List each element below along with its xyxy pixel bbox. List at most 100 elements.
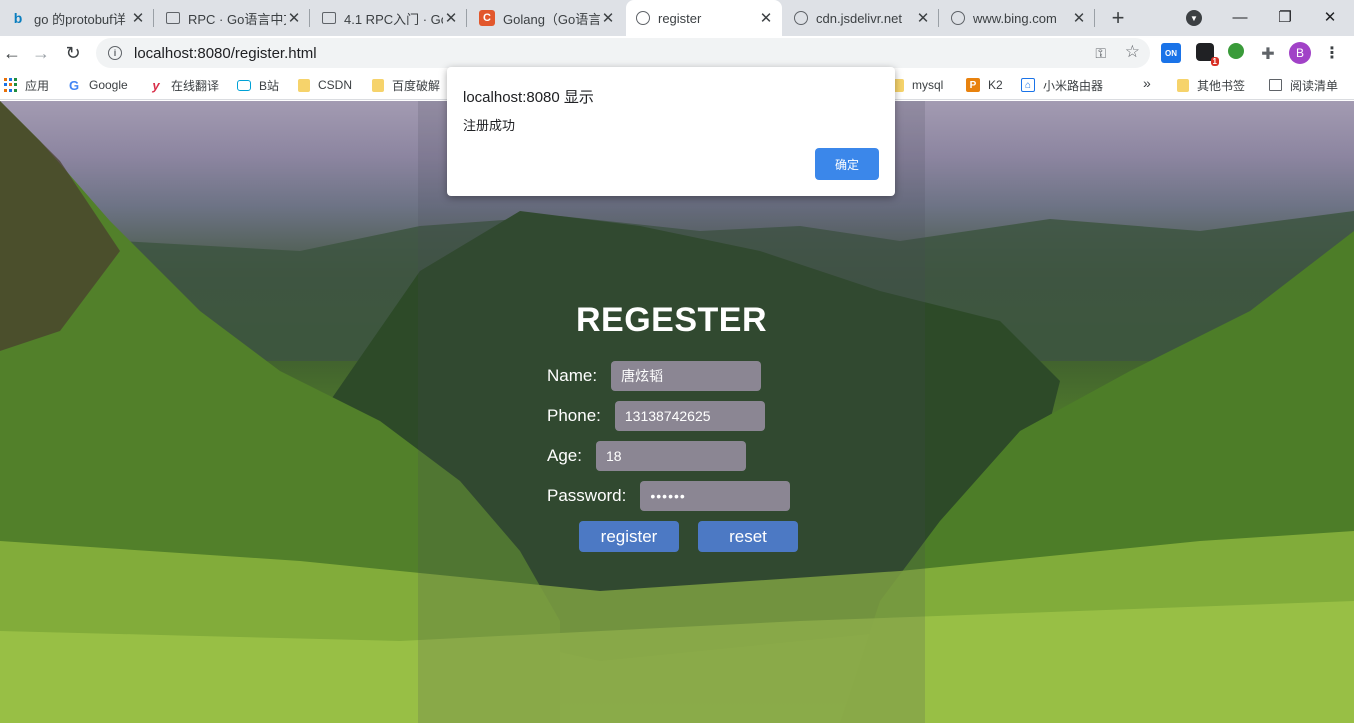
forward-arrow-icon[interactable]: →: [29, 41, 53, 65]
tab-title: www.bing.com: [973, 10, 1057, 26]
address-bar[interactable]: i localhost:8080/register.html ⚿ ☆: [96, 38, 1150, 68]
bookmark-k2[interactable]: P K2: [966, 76, 1003, 94]
menu-dots-icon[interactable]: ⋮: [1324, 42, 1340, 64]
key-icon[interactable]: ⚿: [1095, 45, 1106, 62]
dialog-title: localhost:8080 显示: [463, 89, 594, 106]
tab-separator: [938, 9, 939, 27]
close-icon[interactable]: ✕: [443, 10, 459, 27]
bookmark-label: 百度破解: [392, 78, 441, 93]
bookmark-label: 应用: [25, 78, 50, 93]
minimize-icon[interactable]: —: [1226, 4, 1254, 30]
password-input[interactable]: ••••••: [640, 481, 791, 511]
csdn-icon: C: [479, 10, 495, 26]
bookmark-label: CSDN: [318, 78, 353, 92]
bookmark-label: mysql: [912, 78, 944, 92]
tab-strip: b go 的protobuf详 ✕ RPC · Go语言中文 ✕ 4.1 RPC…: [0, 0, 1354, 36]
close-icon[interactable]: ✕: [600, 10, 616, 27]
globe-extension-icon[interactable]: [1228, 43, 1244, 59]
alert-dialog: localhost:8080 显示 注册成功 确定: [447, 67, 895, 196]
password-row: Password: ••••••: [547, 481, 791, 511]
bookmark-label: K2: [988, 78, 1003, 92]
bookmark-xiaomi-router[interactable]: ⌂ 小米路由器: [1021, 76, 1103, 94]
close-icon[interactable]: ✕: [286, 10, 302, 27]
bookmark-google[interactable]: G Google: [67, 76, 128, 94]
bookmark-mysql[interactable]: mysql: [892, 76, 943, 94]
extension-badge-count: 1: [1210, 57, 1219, 66]
bing-icon: b: [13, 10, 23, 26]
tab-rpc-intro[interactable]: 4.1 RPC入门 · Go ✕: [312, 0, 467, 36]
site-info-icon[interactable]: i: [108, 46, 122, 60]
more-bookmarks-icon[interactable]: »: [1143, 75, 1151, 91]
bookmark-baidu-crack[interactable]: 百度破解: [372, 76, 440, 94]
register-button[interactable]: register: [579, 521, 679, 552]
google-icon: G: [68, 77, 80, 93]
close-icon[interactable]: ✕: [1071, 10, 1087, 27]
reset-button[interactable]: reset: [698, 521, 798, 552]
tab-register[interactable]: register ✕: [626, 0, 782, 36]
youdao-icon: y: [152, 77, 160, 93]
tab-rpc[interactable]: RPC · Go语言中文 ✕: [156, 0, 310, 36]
profile-avatar[interactable]: B: [1289, 42, 1311, 64]
password-label: Password:: [547, 486, 627, 505]
tab-separator: [309, 9, 310, 27]
book-icon: [166, 12, 180, 24]
close-icon[interactable]: ✕: [915, 10, 931, 27]
tab-separator: [153, 9, 154, 27]
bilibili-icon: [237, 79, 251, 91]
url-text[interactable]: localhost:8080/register.html: [134, 45, 317, 62]
folder-icon: [298, 78, 310, 92]
new-tab-icon[interactable]: +: [1106, 5, 1130, 30]
name-input[interactable]: 唐炫韬: [611, 361, 762, 391]
reading-list-icon: [1269, 79, 1282, 91]
window-close-icon[interactable]: ✕: [1316, 4, 1344, 30]
bookmark-star-icon[interactable]: ☆: [1125, 42, 1140, 62]
bookmark-label: 在线翻译: [171, 78, 220, 93]
bookmark-label: 小米路由器: [1043, 78, 1104, 93]
bookmark-translate[interactable]: y 在线翻译: [149, 76, 219, 94]
restore-icon[interactable]: ❐: [1271, 4, 1299, 30]
name-row: Name: 唐炫韬: [547, 361, 762, 391]
globe-icon: [951, 11, 965, 25]
book-icon: [322, 12, 336, 24]
age-input[interactable]: 18: [595, 441, 746, 471]
badge-extension-icon[interactable]: 1: [1196, 43, 1219, 66]
folder-icon: [372, 78, 384, 92]
globe-icon: [636, 11, 650, 25]
folder-icon: [1177, 78, 1189, 92]
back-arrow-icon[interactable]: ←: [0, 41, 24, 65]
router-icon: ⌂: [1021, 78, 1035, 92]
phone-label: Phone:: [547, 406, 601, 425]
tab-title: cdn.jsdelivr.net: [816, 10, 902, 26]
tab-separator: [466, 9, 467, 27]
browser-toolbar: ← → ↻ i localhost:8080/register.html ⚿ ☆…: [0, 36, 1354, 70]
page-title: REGESTER: [575, 301, 768, 339]
extensions-puzzle-icon[interactable]: ✚: [1257, 43, 1279, 65]
bookmark-reading-list[interactable]: 阅读清单: [1269, 76, 1338, 94]
tab-title: 4.1 RPC入门 · Go: [344, 11, 443, 27]
tab-title: go 的protobuf详: [34, 11, 126, 27]
tab-bing[interactable]: www.bing.com ✕: [941, 0, 1095, 36]
tab-search-icon[interactable]: ▼: [1186, 10, 1202, 26]
close-icon[interactable]: ✕: [758, 10, 774, 27]
bookmark-csdn[interactable]: CSDN: [298, 76, 352, 94]
tab-protobuf[interactable]: b go 的protobuf详 ✕: [0, 0, 154, 36]
apps-grid-icon: [3, 78, 17, 92]
bookmark-apps[interactable]: 应用: [3, 76, 49, 94]
dialog-message: 注册成功: [463, 118, 516, 133]
bookmark-bilibili[interactable]: B站: [237, 76, 279, 94]
phone-input[interactable]: 13138742625: [614, 401, 765, 431]
bookmark-other[interactable]: 其他书签: [1177, 76, 1245, 94]
close-icon[interactable]: ✕: [130, 10, 146, 27]
bookmark-label: 阅读清单: [1290, 78, 1339, 93]
tab-title: RPC · Go语言中文: [188, 11, 286, 27]
age-label: Age:: [547, 446, 582, 465]
on-extension-icon[interactable]: ON: [1161, 43, 1181, 63]
bookmark-label: 其他书签: [1197, 78, 1246, 93]
bookmark-label: Google: [89, 78, 128, 92]
k2-icon: P: [966, 78, 980, 92]
tab-jsdelivr[interactable]: cdn.jsdelivr.net ✕: [784, 0, 939, 36]
tab-golang[interactable]: C Golang（Go语言 ✕: [469, 0, 624, 36]
tab-separator: [1094, 9, 1095, 27]
dialog-ok-button[interactable]: 确定: [815, 148, 879, 180]
reload-icon[interactable]: ↻: [61, 41, 85, 65]
